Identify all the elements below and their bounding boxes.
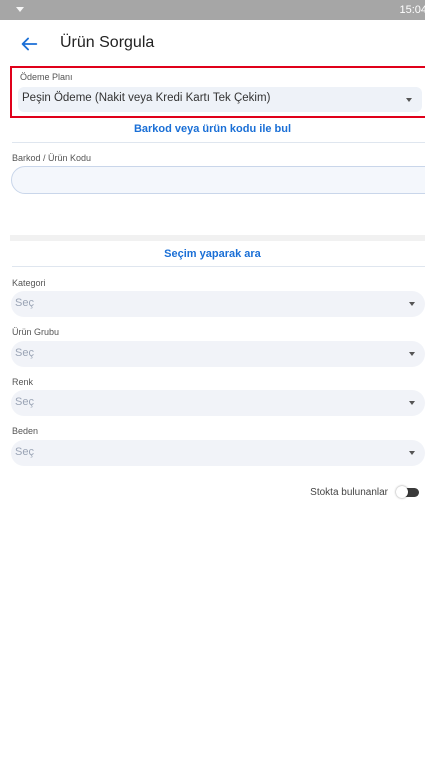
color-label: Renk xyxy=(12,377,34,387)
in-stock-label: Stokta bulunanlar xyxy=(310,487,388,498)
status-time: 15:04 xyxy=(399,4,425,16)
page-title: Ürün Sorgula xyxy=(60,34,155,51)
section-divider xyxy=(12,142,425,143)
barcode-input[interactable] xyxy=(11,166,425,194)
product-query-screen: 15:04 Ürün Sorgula Ödeme Planı Peşin Öde… xyxy=(0,0,425,757)
color-placeholder: Seç xyxy=(15,396,34,408)
product-group-label: Ürün Grubu xyxy=(12,327,60,337)
filter-section-title: Seçim yaparak ara xyxy=(164,248,261,260)
payment-plan-value: Peşin Ödeme (Nakit veya Kredi Kartı Tek … xyxy=(22,92,271,104)
payment-plan-select[interactable]: Peşin Ödeme (Nakit veya Kredi Kartı Tek … xyxy=(18,87,422,112)
in-stock-toggle[interactable] xyxy=(396,486,420,498)
category-select[interactable]: Seç xyxy=(11,291,425,317)
chevron-down-icon xyxy=(409,401,415,405)
size-placeholder: Seç xyxy=(15,446,34,458)
arrow-left-icon[interactable] xyxy=(18,33,40,55)
barcode-field-label: Barkod / Ürün Kodu xyxy=(12,153,92,163)
section-separator xyxy=(10,235,425,241)
payment-plan-label: Ödeme Planı xyxy=(20,72,73,82)
size-select[interactable]: Seç xyxy=(11,440,425,466)
status-bar: 15:04 xyxy=(0,0,425,20)
toggle-thumb xyxy=(396,486,408,498)
chevron-down-icon xyxy=(406,98,412,102)
wifi-icon xyxy=(16,7,24,12)
chevron-down-icon xyxy=(409,451,415,455)
barcode-section-title: Barkod veya ürün kodu ile bul xyxy=(133,123,292,135)
category-placeholder: Seç xyxy=(15,297,34,309)
section-divider xyxy=(12,266,425,267)
category-label: Kategori xyxy=(12,278,46,288)
app-bar: Ürün Sorgula xyxy=(0,20,425,68)
size-label: Beden xyxy=(12,426,39,436)
product-group-placeholder: Seç xyxy=(15,347,34,359)
payment-plan-field: Ödeme Planı Peşin Ödeme (Nakit veya Kred… xyxy=(10,66,425,118)
chevron-down-icon xyxy=(409,352,415,356)
product-group-select[interactable]: Seç xyxy=(11,341,425,367)
chevron-down-icon xyxy=(409,302,415,306)
color-select[interactable]: Seç xyxy=(11,390,425,416)
